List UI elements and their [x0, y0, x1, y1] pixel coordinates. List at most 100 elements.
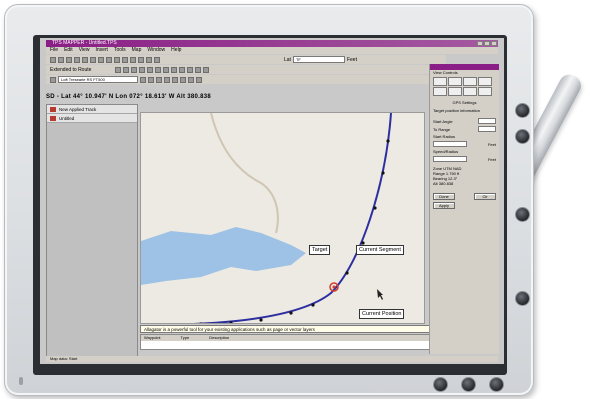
- grid-column-header[interactable]: Type: [181, 335, 190, 341]
- menu-tools[interactable]: Tools: [114, 47, 126, 54]
- sync-icon[interactable]: [164, 76, 170, 83]
- view-button[interactable]: [478, 77, 492, 86]
- menu-view[interactable]: View: [79, 47, 90, 54]
- arc-icon[interactable]: [179, 66, 186, 73]
- status-bar: Map data: Start: [46, 356, 498, 362]
- view-button[interactable]: [478, 87, 492, 96]
- start-radius-input[interactable]: [433, 141, 467, 147]
- color-icon[interactable]: [203, 66, 210, 73]
- route-waypoint[interactable]: [381, 171, 385, 175]
- left-panel-item[interactable]: Untitled: [47, 114, 137, 123]
- button-row: Apply: [430, 201, 499, 210]
- measure-icon[interactable]: [146, 56, 152, 63]
- upload-icon[interactable]: [156, 76, 162, 83]
- view-button[interactable]: [433, 77, 447, 86]
- route-waypoint[interactable]: [345, 271, 349, 275]
- lat-input[interactable]: TF: [292, 56, 345, 63]
- left-panel-item[interactable]: New Applied Track: [47, 105, 137, 114]
- bottom-button-2[interactable]: [461, 377, 476, 392]
- route-waypoint[interactable]: [259, 318, 263, 322]
- bottom-button-1[interactable]: [433, 377, 448, 392]
- route-waypoint[interactable]: [386, 139, 390, 143]
- field-row: To Range: [430, 125, 499, 133]
- bottom-button-3[interactable]: [489, 377, 504, 392]
- minimize-button[interactable]: [477, 41, 483, 46]
- menu-window[interactable]: Window: [147, 47, 165, 54]
- map-view[interactable]: Target Current Segment Current Position: [140, 112, 425, 324]
- side-button-2[interactable]: [515, 129, 530, 144]
- flag-icon[interactable]: [139, 66, 146, 73]
- waypoint-icon[interactable]: [123, 66, 130, 73]
- layers-icon[interactable]: [154, 56, 160, 63]
- route-waypoint[interactable]: [311, 303, 315, 307]
- route-waypoint[interactable]: [373, 206, 377, 210]
- compass-icon[interactable]: [155, 66, 162, 73]
- side-button-4[interactable]: [515, 291, 530, 306]
- device-combo[interactable]: Loft Tresearle RS FT500: [58, 76, 138, 83]
- menu-insert[interactable]: Insert: [95, 47, 108, 54]
- map-canvas[interactable]: [141, 113, 425, 324]
- clear-button[interactable]: Clr: [474, 193, 496, 200]
- pan-icon[interactable]: [130, 56, 136, 63]
- field-label: Start Radius: [433, 134, 456, 139]
- zoom-out-icon[interactable]: [122, 56, 128, 63]
- play-icon[interactable]: [188, 76, 194, 83]
- menu-file[interactable]: File: [50, 47, 58, 54]
- copy-icon[interactable]: [90, 56, 96, 63]
- undo-icon[interactable]: [106, 56, 112, 63]
- grid-column-header[interactable]: Waypoint: [144, 335, 161, 341]
- track-icon[interactable]: [131, 66, 138, 73]
- gps-icon[interactable]: [147, 66, 154, 73]
- paste-icon[interactable]: [98, 56, 104, 63]
- stop-icon[interactable]: [180, 76, 186, 83]
- cut-icon[interactable]: [82, 56, 88, 63]
- menu-map[interactable]: Map: [132, 47, 142, 54]
- extended-route-label: Extended to Route: [50, 66, 92, 73]
- done-button[interactable]: Done: [433, 193, 455, 200]
- view-button[interactable]: [463, 87, 477, 96]
- lake-shape: [141, 227, 306, 285]
- settings-icon[interactable]: [196, 76, 202, 83]
- side-button-1[interactable]: [515, 103, 530, 118]
- close-button[interactable]: [491, 41, 497, 46]
- menu-edit[interactable]: Edit: [64, 47, 73, 54]
- device-icon[interactable]: [50, 76, 56, 83]
- record-icon[interactable]: [172, 76, 178, 83]
- road-line: [210, 113, 279, 234]
- field-unit: Feet: [487, 156, 496, 162]
- speed-radius-input[interactable]: [433, 156, 467, 162]
- route-waypoint[interactable]: [169, 323, 172, 324]
- grid-column-header[interactable]: Description: [209, 335, 229, 341]
- text-icon[interactable]: [195, 66, 202, 73]
- maximize-button[interactable]: [484, 41, 490, 46]
- side-button-3[interactable]: [515, 207, 530, 222]
- connect-icon[interactable]: [140, 76, 146, 83]
- view-button[interactable]: [433, 87, 447, 96]
- tablet-screen: TPS MAPPER - Untitled.TPS File Edit View…: [40, 38, 504, 364]
- view-button[interactable]: [463, 77, 477, 86]
- save-icon[interactable]: [66, 56, 72, 63]
- apply-button[interactable]: Apply: [433, 202, 455, 209]
- route-icon[interactable]: [115, 66, 122, 73]
- to-range-input[interactable]: [478, 126, 496, 132]
- new-file-icon[interactable]: [50, 56, 56, 63]
- download-icon[interactable]: [148, 76, 154, 83]
- open-folder-icon[interactable]: [58, 56, 64, 63]
- left-panel: New Applied Track Untitled: [46, 104, 138, 358]
- point-icon[interactable]: [187, 66, 194, 73]
- view-button[interactable]: [448, 87, 462, 96]
- zoom-in-icon[interactable]: [114, 56, 120, 63]
- current-position-arrow-icon: [377, 289, 383, 300]
- view-button[interactable]: [448, 77, 462, 86]
- waypoint-grid[interactable]: Waypoint Type Description: [140, 334, 430, 350]
- route-waypoint[interactable]: [289, 311, 293, 315]
- start-angle-input[interactable]: [478, 118, 496, 124]
- field-label: To Range: [433, 126, 451, 132]
- target-label: Target: [309, 245, 331, 255]
- line-icon[interactable]: [171, 66, 178, 73]
- target-icon[interactable]: [163, 66, 170, 73]
- select-icon[interactable]: [138, 56, 144, 63]
- coordinate-readout: SD - Lat 44° 10.947' N Lon 072° 18.613' …: [46, 94, 212, 100]
- print-icon[interactable]: [74, 56, 80, 63]
- menu-help[interactable]: Help: [171, 47, 181, 54]
